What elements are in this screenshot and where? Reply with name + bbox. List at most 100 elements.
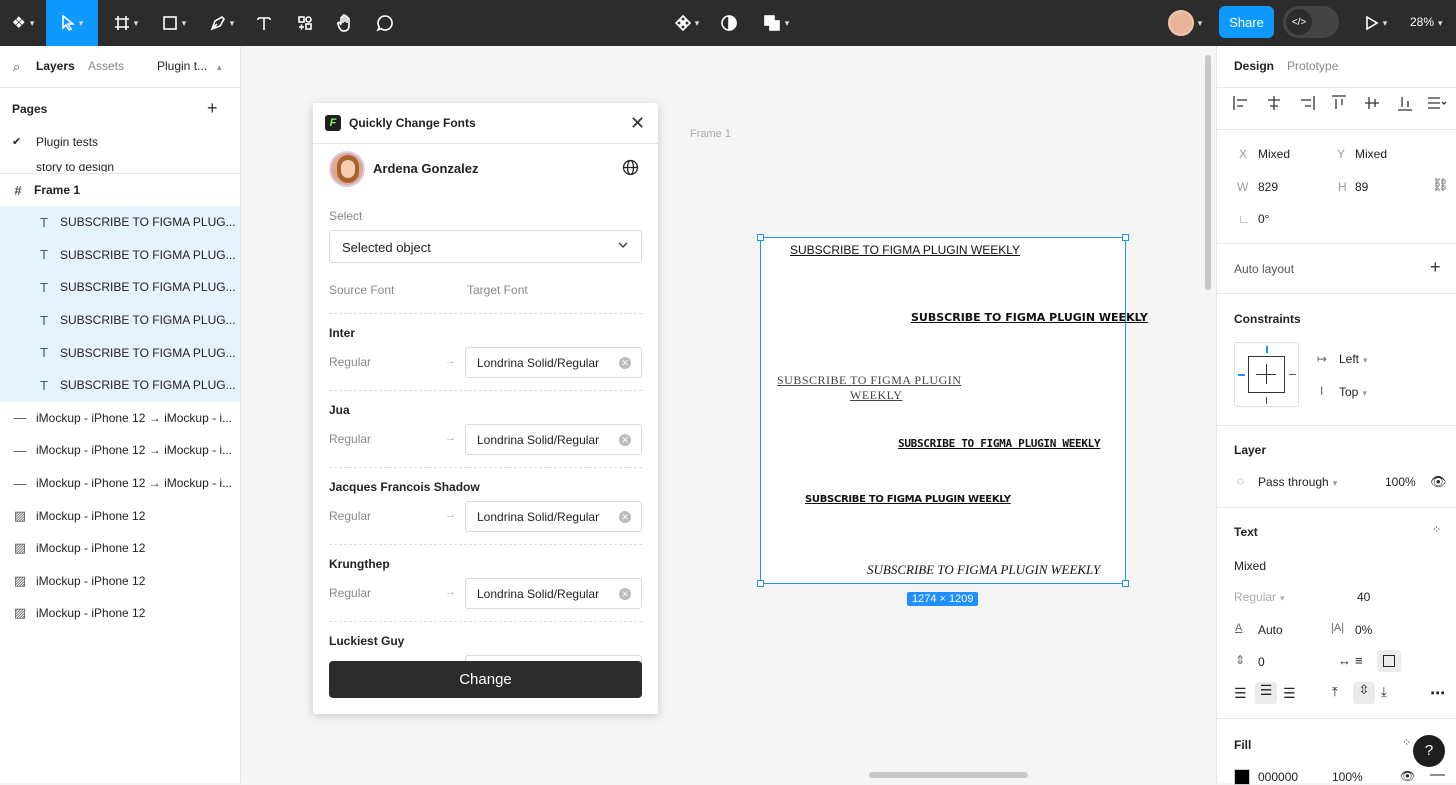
- resources-button[interactable]: [290, 0, 320, 46]
- w-input[interactable]: 829: [1258, 180, 1278, 194]
- page-item-plugin-tests[interactable]: ✔ Plugin tests: [0, 130, 240, 162]
- close-icon[interactable]: ✕: [630, 113, 645, 134]
- user-avatar-button[interactable]: ▾: [1160, 0, 1210, 46]
- text-align-right-icon[interactable]: ☰: [1283, 685, 1296, 702]
- target-font-input[interactable]: Londrina Solid/Regular ✕: [465, 578, 642, 609]
- paragraph-spacing-input[interactable]: 0: [1258, 655, 1265, 669]
- align-bottom-icon[interactable]: [1396, 94, 1414, 112]
- constraint-left-active[interactable]: [1238, 374, 1245, 376]
- move-tool-button[interactable]: ▾: [46, 0, 98, 46]
- text-tool-button[interactable]: [250, 0, 278, 46]
- fill-hex-input[interactable]: 000000: [1258, 770, 1298, 784]
- horizontal-constraint-dropdown[interactable]: Left ▾: [1339, 352, 1368, 366]
- constraint-top-active[interactable]: [1266, 346, 1268, 353]
- layer-row[interactable]: T SUBSCRIBE TO FIGMA PLUG...: [0, 336, 240, 369]
- clear-icon[interactable]: ✕: [619, 588, 631, 600]
- page-item-story-to-design[interactable]: story to design: [0, 164, 240, 172]
- add-auto-layout-icon[interactable]: +: [1430, 257, 1441, 278]
- tab-layers[interactable]: Layers: [36, 59, 75, 73]
- present-button[interactable]: ▾: [1358, 0, 1394, 46]
- shape-tool-button[interactable]: ▾: [154, 0, 194, 46]
- frame-tool-button[interactable]: ▾: [106, 0, 146, 46]
- target-font-input[interactable]: Londrina Solid/Regular ✕: [465, 424, 642, 455]
- font-size-input[interactable]: 40: [1357, 590, 1370, 604]
- constrain-proportions-icon[interactable]: ⛓: [1432, 177, 1449, 193]
- canvas-text-italic[interactable]: SUBSCRIBE TO FIGMA PLUGIN WEEKLY: [867, 562, 1100, 578]
- fixed-size-button[interactable]: [1377, 650, 1401, 672]
- globe-icon[interactable]: [622, 159, 639, 179]
- help-button[interactable]: ?: [1413, 735, 1445, 767]
- canvas-text-jacques-line2[interactable]: WEEKLY: [850, 388, 902, 403]
- layer-row[interactable]: T SUBSCRIBE TO FIGMA PLUG...: [0, 369, 240, 402]
- vertical-scrollbar[interactable]: [1205, 55, 1211, 290]
- resize-handle[interactable]: [757, 234, 764, 241]
- align-left-icon[interactable]: [1232, 94, 1250, 112]
- dev-mode-toggle[interactable]: </>: [1283, 6, 1339, 38]
- frame-label[interactable]: Frame 1: [690, 128, 731, 140]
- text-align-bottom-icon[interactable]: ⤓: [1381, 684, 1387, 700]
- search-icon[interactable]: ⌕: [13, 59, 20, 75]
- align-center-v-icon[interactable]: [1363, 94, 1381, 112]
- layer-row[interactable]: ▨ iMockup - iPhone 12: [0, 499, 240, 532]
- fill-styles-icon[interactable]: ⁘: [1402, 736, 1411, 749]
- tab-design[interactable]: Design: [1234, 59, 1274, 73]
- tab-prototype[interactable]: Prototype: [1287, 59, 1338, 73]
- canvas-text-inter[interactable]: SUBSCRIBE TO FIGMA PLUGIN WEEKLY: [790, 243, 1020, 257]
- tab-assets[interactable]: Assets: [88, 59, 124, 73]
- canvas-text-jacques-line1[interactable]: SUBSCRIBE TO FIGMA PLUGIN: [777, 373, 961, 388]
- layer-row[interactable]: T SUBSCRIBE TO FIGMA PLUG...: [0, 303, 240, 337]
- resize-handle[interactable]: [757, 580, 764, 587]
- rotation-input[interactable]: 0°: [1258, 212, 1269, 226]
- line-height-input[interactable]: Auto: [1258, 623, 1283, 637]
- layer-row[interactable]: ▨ iMockup - iPhone 12: [0, 597, 240, 630]
- h-input[interactable]: 89: [1355, 180, 1368, 194]
- remove-fill-icon[interactable]: —: [1430, 766, 1445, 783]
- horizontal-scrollbar[interactable]: [869, 772, 1028, 778]
- layer-row[interactable]: ▨ iMockup - iPhone 12: [0, 532, 240, 565]
- target-font-input[interactable]: Londrina Solid/Regular ✕: [465, 347, 642, 378]
- frame-1[interactable]: SUBSCRIBE TO FIGMA PLUGIN WEEKLY SUBSCRI…: [757, 234, 1148, 587]
- resize-handle[interactable]: [1122, 580, 1129, 587]
- components-button[interactable]: ▾: [668, 0, 706, 46]
- layer-row[interactable]: T SUBSCRIBE TO FIGMA PLUG...: [0, 206, 240, 239]
- layer-row[interactable]: — iMockup - iPhone 12 → iMockup - i...: [0, 434, 240, 467]
- layer-row[interactable]: T SUBSCRIBE TO FIGMA PLUG...: [0, 238, 240, 272]
- target-font-input[interactable]: Londrina Solid/Regular ✕: [465, 501, 642, 532]
- text-align-center-icon[interactable]: ☰: [1255, 682, 1277, 704]
- auto-height-icon[interactable]: ≡: [1355, 653, 1363, 668]
- align-center-h-icon[interactable]: [1265, 94, 1283, 112]
- layer-row[interactable]: T SUBSCRIBE TO FIGMA PLUG...: [0, 271, 240, 304]
- align-right-icon[interactable]: [1298, 94, 1316, 112]
- more-options-icon[interactable]: ⋯: [1430, 684, 1445, 702]
- theme-toggle-button[interactable]: [716, 0, 742, 46]
- text-align-top-icon[interactable]: ⤒: [1332, 684, 1338, 700]
- letter-spacing-input[interactable]: 0%: [1355, 623, 1372, 637]
- hand-tool-button[interactable]: [330, 0, 360, 46]
- visibility-eye-icon[interactable]: 👁: [1430, 474, 1447, 490]
- fill-visibility-icon[interactable]: 👁: [1400, 769, 1415, 783]
- vertical-constraint-dropdown[interactable]: Top ▾: [1339, 385, 1367, 399]
- align-top-icon[interactable]: [1330, 94, 1348, 112]
- zoom-dropdown[interactable]: 28% ▾: [1410, 15, 1443, 29]
- x-input[interactable]: Mixed: [1258, 147, 1290, 161]
- select-dropdown[interactable]: Selected object: [329, 230, 642, 263]
- font-family-dropdown[interactable]: Mixed: [1234, 559, 1266, 573]
- layer-row[interactable]: — iMockup - iPhone 12 → iMockup - i...: [0, 402, 240, 435]
- distribute-icon[interactable]: [1426, 94, 1448, 112]
- canvas-text-krungthep[interactable]: SUBSCRIBE TO FIGMA PLUGIN WEEKLY: [898, 437, 1101, 450]
- layer-row[interactable]: — iMockup - iPhone 12 → iMockup - i...: [0, 467, 240, 500]
- layer-row[interactable]: ▨ iMockup - iPhone 12: [0, 565, 240, 598]
- text-align-left-icon[interactable]: ☰: [1234, 685, 1247, 702]
- figma-menu-button[interactable]: ❖ ▾: [0, 0, 46, 46]
- add-page-icon[interactable]: +: [207, 98, 218, 119]
- canvas-text-jua[interactable]: SUBSCRIBE TO FIGMA PLUGIN WEEKLY: [911, 311, 1148, 324]
- fill-opacity-input[interactable]: 100%: [1332, 770, 1363, 784]
- change-button[interactable]: Change: [329, 661, 642, 698]
- clear-icon[interactable]: ✕: [619, 434, 631, 446]
- constraints-widget[interactable]: [1234, 342, 1299, 407]
- pen-tool-button[interactable]: ▾: [202, 0, 242, 46]
- y-input[interactable]: Mixed: [1355, 147, 1387, 161]
- font-weight-dropdown[interactable]: Regular ▾: [1234, 590, 1285, 604]
- text-align-middle-icon[interactable]: ⇳: [1353, 682, 1375, 704]
- tab-plugin-tests[interactable]: Plugin t... ▴: [157, 59, 222, 73]
